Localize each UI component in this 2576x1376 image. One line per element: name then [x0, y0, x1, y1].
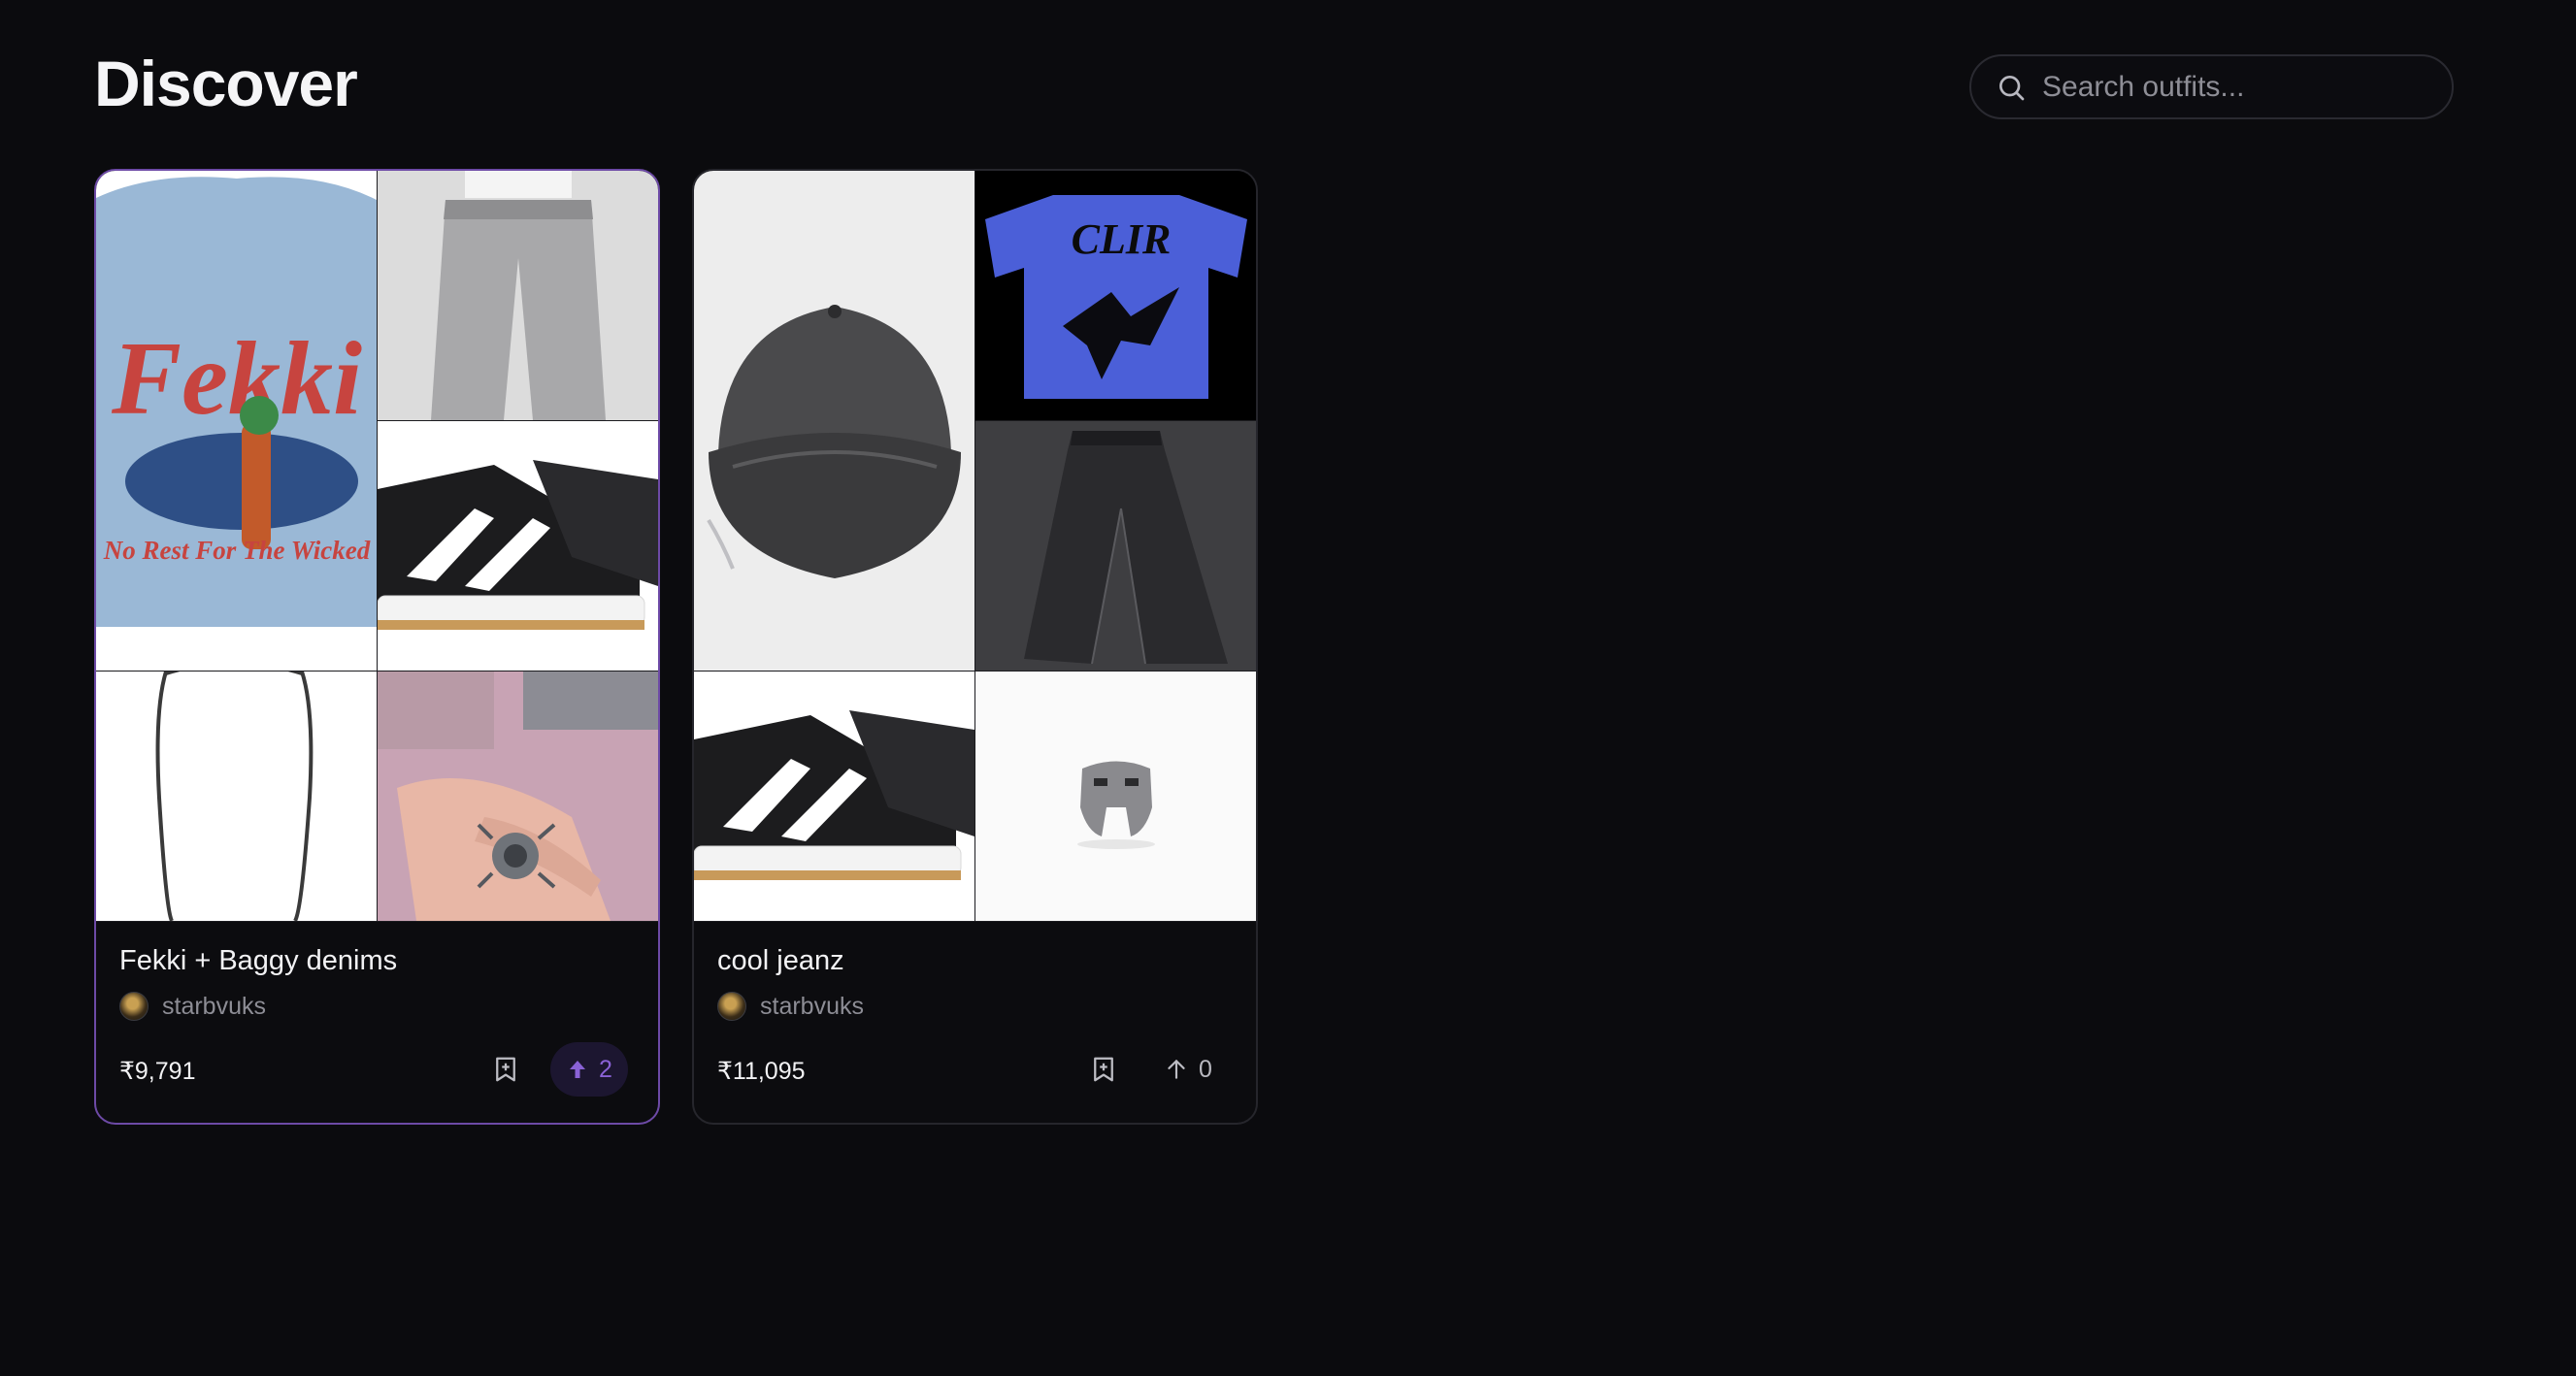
- item-image-sneakers: [694, 672, 974, 921]
- bookmark-add-icon: [1094, 1057, 1113, 1082]
- outfit-owner[interactable]: starbvuks: [717, 992, 864, 1021]
- item-image-sneakers: [378, 421, 658, 671]
- search-bar[interactable]: [1969, 54, 2454, 119]
- outfit-price: ₹9,791: [119, 1058, 196, 1085]
- owner-username: starbvuks: [162, 992, 266, 1020]
- search-input[interactable]: [2042, 70, 2430, 104]
- search-icon: [1999, 75, 2025, 100]
- item-image-chain-necklace: [96, 672, 377, 921]
- outfit-card[interactable]: CLIR cool jeanz starbvuks ₹11,095 0: [692, 169, 1258, 1125]
- outfit-title: cool jeanz: [717, 945, 844, 976]
- upvote-button[interactable]: 2: [550, 1042, 628, 1097]
- tee-graphic-sub: No Rest For The Wicked: [103, 536, 371, 565]
- arrow-up-icon: [570, 1061, 585, 1078]
- upvote-button[interactable]: 0: [1148, 1042, 1228, 1097]
- save-button[interactable]: [1082, 1048, 1125, 1091]
- tee-graphic-main: Fekki: [111, 321, 362, 437]
- outfit-card[interactable]: Fekki No Rest For The Wicked Fekki + Bag…: [94, 169, 660, 1125]
- outfit-image-grid: Fekki No Rest For The Wicked: [96, 171, 658, 922]
- owner-username: starbvuks: [760, 992, 864, 1020]
- item-image-blue-tee: CLIR: [975, 171, 1256, 420]
- item-image-spider-ring: [378, 672, 658, 921]
- save-button[interactable]: [484, 1048, 527, 1091]
- tee-graphic-main: CLIR: [1072, 215, 1172, 263]
- avatar: [717, 992, 746, 1021]
- outfit-title: Fekki + Baggy denims: [119, 945, 398, 976]
- bookmark-add-icon: [496, 1057, 515, 1082]
- upvote-count: 2: [599, 1055, 612, 1083]
- outfit-image-grid: CLIR: [694, 171, 1256, 922]
- item-image-mask-ring: [975, 672, 1256, 921]
- avatar: [119, 992, 149, 1021]
- upvote-count: 0: [1199, 1055, 1212, 1083]
- arrow-up-icon: [1168, 1060, 1185, 1079]
- item-image-dark-jeans: [975, 421, 1256, 671]
- discover-page: Discover Fekki No Rest For The Wicked: [0, 0, 2576, 1376]
- outfit-price: ₹11,095: [717, 1058, 806, 1085]
- page-title: Discover: [94, 48, 358, 119]
- item-image-cap: [694, 171, 974, 671]
- item-image-baggy-jeans: [378, 171, 658, 420]
- outfit-owner[interactable]: starbvuks: [119, 992, 266, 1021]
- item-image-graphic-tee: Fekki No Rest For The Wicked: [96, 171, 377, 671]
